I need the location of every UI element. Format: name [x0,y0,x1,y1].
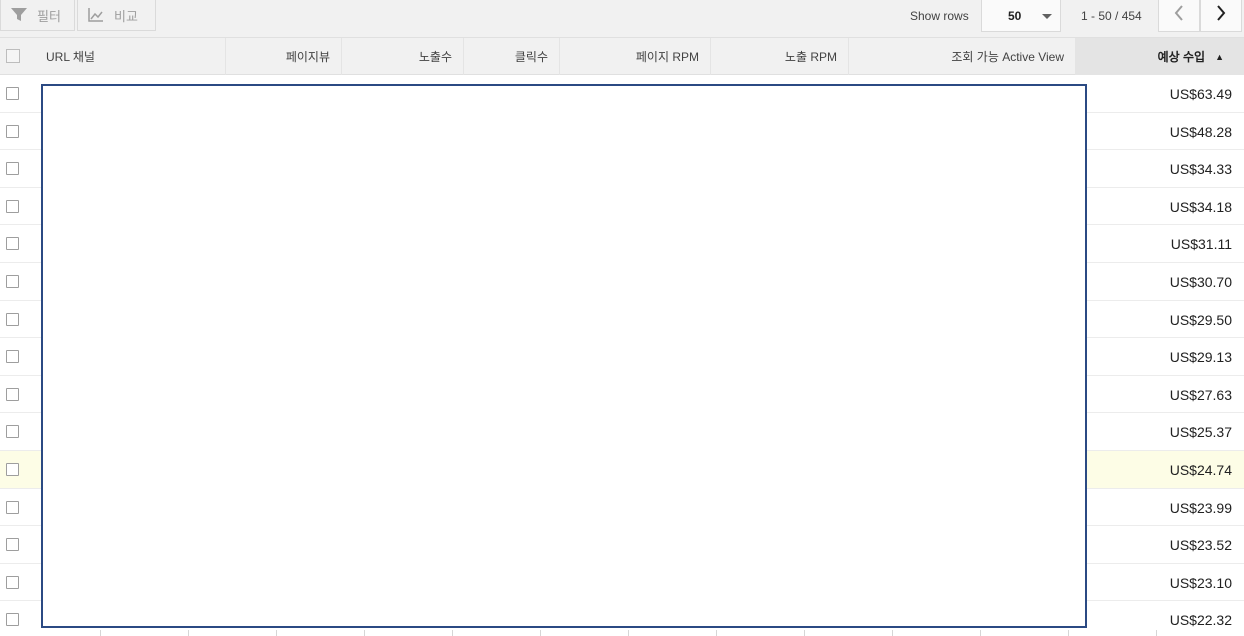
column-header-clicks[interactable]: 클릭수 [464,38,560,75]
row-checkbox[interactable] [6,613,19,627]
tick-mark [100,630,101,636]
compare-label: 비교 [114,8,138,24]
pagination-range: 1 - 50 / 454 [1081,9,1142,23]
earnings-cell: US$23.99 [1169,499,1232,516]
earnings-cell: US$24.74 [1169,461,1232,478]
filter-icon [11,8,27,22]
tick-mark [188,630,189,636]
row-checkbox[interactable] [6,162,19,176]
chevron-left-icon [1174,5,1184,26]
earnings-cell: US$30.70 [1169,273,1232,290]
earnings-cell: US$29.13 [1169,349,1232,366]
compare-button[interactable]: 비교 [77,0,156,31]
column-header-estimated-earnings[interactable]: 예상 수입 ▲ [1076,38,1244,75]
earnings-cell: US$31.11 [1170,236,1232,253]
filter-label: 필터 [37,8,61,24]
row-checkbox[interactable] [6,575,19,589]
row-checkbox[interactable] [6,237,19,251]
row-checkbox[interactable] [6,87,19,100]
earnings-cell: US$48.28 [1169,123,1232,140]
sort-ascending-icon: ▲ [1215,51,1224,62]
column-header-impressions[interactable]: 노출수 [342,38,464,75]
row-checkbox[interactable] [6,462,19,476]
column-header-page-rpm[interactable]: 페이지 RPM [560,38,711,75]
tick-mark [1068,630,1069,636]
earnings-cell: US$34.33 [1169,161,1232,178]
tick-mark [892,630,893,636]
filter-button[interactable]: 필터 [0,0,75,31]
row-checkbox[interactable] [6,425,19,439]
tick-mark [452,630,453,636]
show-rows-label: Show rows [910,9,969,23]
column-header-active-view-viewable[interactable]: 조회 가능 Active View [849,38,1076,75]
earnings-cell: US$25.37 [1169,424,1232,441]
caret-down-icon [1042,9,1052,23]
previous-page-button[interactable] [1158,0,1200,32]
toolbar: 필터 비교 Show rows 50 1 - 50 / 454 [0,0,1244,38]
row-checkbox[interactable] [6,274,19,288]
column-header-url-channel[interactable]: URL 채널 [34,38,226,75]
rows-per-page-value: 50 [1008,8,1022,23]
earnings-cell: US$22.32 [1169,612,1232,629]
tick-mark [276,630,277,636]
tick-mark [716,630,717,636]
column-header-pageviews[interactable]: 페이지뷰 [226,38,342,75]
earnings-cell: US$23.52 [1169,537,1232,554]
earnings-cell: US$34.18 [1169,198,1232,215]
tick-mark [980,630,981,636]
row-checkbox[interactable] [6,538,19,552]
earnings-cell: US$29.50 [1169,311,1232,328]
row-checkbox[interactable] [6,500,19,514]
row-checkbox[interactable] [6,124,19,138]
row-checkbox[interactable] [6,350,19,364]
earnings-cell: US$27.63 [1169,386,1232,403]
bottom-ticks [0,630,1244,636]
chevron-right-icon [1216,5,1226,26]
chart-line-icon [88,8,104,22]
next-page-button[interactable] [1200,0,1242,32]
tick-mark [364,630,365,636]
row-checkbox[interactable] [6,387,19,401]
column-header-impression-rpm[interactable]: 노출 RPM [711,38,849,75]
row-checkbox[interactable] [6,312,19,326]
rows-per-page-select[interactable]: 50 [981,0,1061,32]
tick-mark [628,630,629,636]
row-checkbox[interactable] [6,199,19,213]
tick-mark [540,630,541,636]
earnings-cell: US$23.10 [1169,574,1232,591]
select-all-checkbox[interactable] [6,49,20,63]
earnings-cell: US$63.49 [1169,86,1232,102]
tick-mark [804,630,805,636]
redaction-box [41,84,1087,628]
table-header: URL 채널 페이지뷰 노출수 클릭수 페이지 RPM 노출 RPM 조회 가능… [0,38,1244,75]
tick-mark [1156,630,1157,636]
